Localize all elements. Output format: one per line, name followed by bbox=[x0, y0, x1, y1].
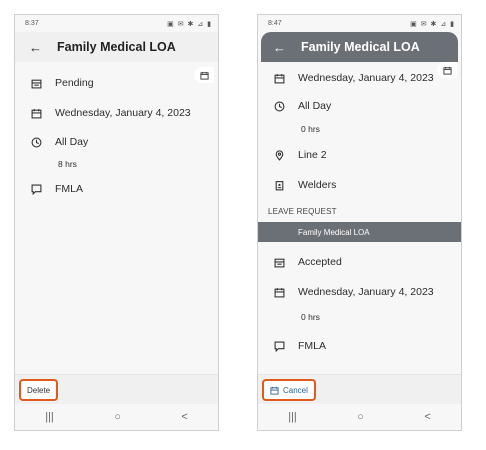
system-nav-bar: ||| ○ < bbox=[258, 404, 461, 430]
date-value-2: Wednesday, January 4, 2023 bbox=[298, 286, 434, 298]
bottom-action-bar: Cancel bbox=[258, 374, 461, 404]
date-value: Wednesday, January 4, 2023 bbox=[298, 72, 434, 84]
nav-back-icon[interactable]: < bbox=[181, 411, 187, 423]
calendar-icon bbox=[273, 72, 285, 84]
back-arrow-icon[interactable]: ← bbox=[273, 40, 301, 55]
status-icons: ▣ ✉ ✱ ⊿ ▮ bbox=[410, 20, 455, 28]
comment-icon bbox=[273, 340, 285, 352]
cancel-button[interactable]: Cancel bbox=[262, 379, 316, 401]
status-bar: 8:47 ▣ ✉ ✱ ⊿ ▮ bbox=[258, 15, 461, 32]
comment-icon bbox=[30, 183, 42, 195]
status-bar: 8:37 ▣ ✉ ✱ ⊿ ▮ bbox=[15, 15, 218, 32]
calendar-status-icon bbox=[273, 256, 285, 268]
hours-row-2: 0 hrs bbox=[258, 312, 461, 322]
hours-value: 0 hrs bbox=[301, 124, 320, 134]
clock-icon bbox=[273, 100, 285, 112]
calendar-icon bbox=[273, 286, 285, 298]
phone-screen-right: 8:47 ▣ ✉ ✱ ⊿ ▮ ← Family Medical LOA Wedn… bbox=[257, 14, 462, 431]
back-arrow-icon[interactable]: ← bbox=[29, 40, 57, 55]
time-value: All Day bbox=[55, 136, 89, 148]
time-row: All Day bbox=[15, 136, 218, 148]
status-row: Pending bbox=[15, 77, 218, 89]
date-row: Wednesday, January 4, 2023 bbox=[15, 107, 218, 119]
reason-row: FMLA bbox=[258, 340, 461, 352]
cancel-button-label: Cancel bbox=[283, 385, 308, 395]
badge-icon bbox=[273, 179, 285, 191]
reason-value: FMLA bbox=[55, 183, 84, 195]
department-value: Welders bbox=[298, 179, 337, 191]
department-row: Welders bbox=[258, 179, 461, 191]
date-row: Wednesday, January 4, 2023 bbox=[258, 72, 461, 84]
date-row-2: Wednesday, January 4, 2023 bbox=[258, 286, 461, 298]
calendar-cancel-icon bbox=[270, 386, 279, 395]
location-value: Line 2 bbox=[298, 149, 327, 161]
hours-value-2: 0 hrs bbox=[301, 312, 320, 322]
page-title: Family Medical LOA bbox=[301, 40, 420, 54]
bottom-action-bar: Delete bbox=[15, 374, 218, 404]
system-nav-bar: ||| ○ < bbox=[15, 404, 218, 430]
hours-row: 0 hrs bbox=[258, 124, 461, 134]
calendar-icon bbox=[30, 107, 42, 119]
recents-icon[interactable]: ||| bbox=[288, 411, 297, 423]
time-row: All Day bbox=[258, 100, 461, 112]
leave-type-bar[interactable]: Family Medical LOA bbox=[258, 222, 461, 242]
app-bar: ← Family Medical LOA bbox=[15, 32, 218, 62]
time-value: All Day bbox=[298, 100, 332, 112]
page-title: Family Medical LOA bbox=[57, 40, 176, 54]
delete-button-label: Delete bbox=[27, 385, 51, 395]
clock-icon bbox=[30, 136, 42, 148]
status-value: Pending bbox=[55, 77, 94, 89]
delete-button[interactable]: Delete bbox=[19, 379, 59, 401]
hours-value: 8 hrs bbox=[58, 159, 77, 169]
nav-back-icon[interactable]: < bbox=[424, 411, 430, 423]
status-time: 8:37 bbox=[25, 20, 39, 27]
home-icon[interactable]: ○ bbox=[114, 411, 121, 423]
status-time: 8:47 bbox=[268, 20, 282, 27]
home-icon[interactable]: ○ bbox=[357, 411, 364, 423]
hours-row: 8 hrs bbox=[15, 159, 218, 169]
calendar-status-icon bbox=[30, 77, 42, 89]
app-bar: ← Family Medical LOA bbox=[261, 32, 458, 62]
reason-value: FMLA bbox=[298, 340, 327, 352]
status-icons: ▣ ✉ ✱ ⊿ ▮ bbox=[167, 20, 212, 28]
phone-screen-left: 8:37 ▣ ✉ ✱ ⊿ ▮ ← Family Medical LOA Pend… bbox=[14, 14, 219, 431]
location-pin-icon bbox=[273, 149, 285, 161]
recents-icon[interactable]: ||| bbox=[45, 411, 54, 423]
date-value: Wednesday, January 4, 2023 bbox=[55, 107, 191, 119]
leave-request-header: LEAVE REQUEST bbox=[268, 207, 337, 216]
status-value: Accepted bbox=[298, 256, 342, 268]
status-row: Accepted bbox=[258, 256, 461, 268]
reason-row: FMLA bbox=[15, 183, 218, 195]
location-row: Line 2 bbox=[258, 149, 461, 161]
